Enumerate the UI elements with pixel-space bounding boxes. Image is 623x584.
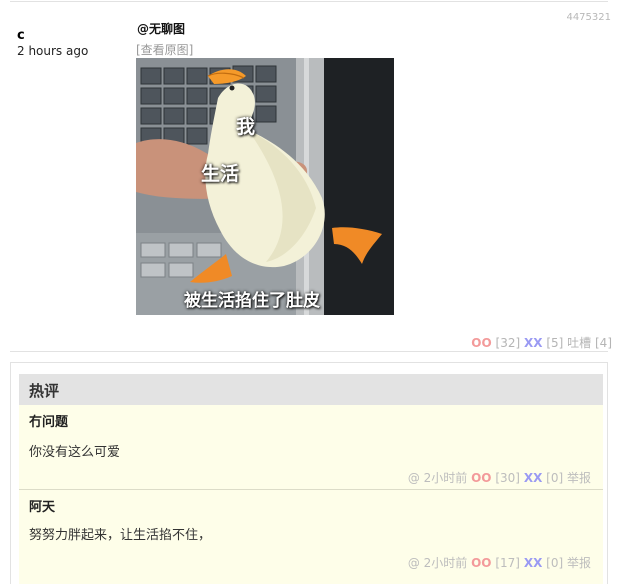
hot-comment: 阿天 努努力胖起来，让生活掐不住， @ 2小时前 OO [17] XX [0] … (19, 490, 603, 584)
oo-count: [17] (495, 556, 520, 570)
meme-image[interactable]: 我 生活 被生活掐住了肚皮 (136, 58, 394, 315)
post-author: c (17, 28, 25, 43)
xx-count: [5] (546, 336, 564, 350)
post-time: 2 hours ago (17, 44, 89, 58)
xx-vote-button[interactable]: XX (524, 471, 543, 485)
oo-count: [30] (495, 471, 520, 485)
hot-comments-title: 热评 (29, 382, 60, 400)
oo-vote-button[interactable]: OO (471, 336, 491, 350)
reply-at-button[interactable]: @ (408, 556, 420, 570)
xx-count: [0] (546, 471, 564, 485)
meme-text-bottom: 被生活掐住了肚皮 (184, 291, 320, 311)
xx-vote-button[interactable]: XX (524, 556, 543, 570)
post-id: 4475321 (566, 12, 611, 23)
meme-text-life: 生活 (201, 163, 240, 185)
hot-comments-header: 热评 (19, 374, 603, 405)
comment-time: 2小时前 (423, 556, 468, 570)
report-button[interactable]: 举报 (567, 556, 591, 570)
comment-author[interactable]: 阿天 (29, 496, 55, 515)
tucao-count: [4] (595, 336, 612, 350)
hot-comment: 冇问题 你没有这么可爱 @ 2小时前 OO [30] XX [0] 举报 (19, 405, 603, 490)
meme-text-me: 我 (236, 116, 256, 138)
section-divider (10, 351, 608, 352)
tucao-button[interactable]: 吐槽 (567, 336, 591, 350)
comment-time: 2小时前 (423, 471, 468, 485)
oo-count: [32] (495, 336, 521, 350)
reply-at-button[interactable]: @ (408, 471, 420, 485)
post-caption: @无聊图 (137, 22, 186, 36)
comment-meta: @ 2小时前 OO [30] XX [0] 举报 (408, 469, 591, 486)
oo-vote-button[interactable]: OO (471, 471, 491, 485)
comment-text: 你没有这么可爱 (29, 445, 121, 460)
xx-count: [0] (546, 556, 564, 570)
top-divider (10, 1, 608, 2)
xx-vote-button[interactable]: XX (524, 336, 543, 350)
post-vote-bar: OO [32] XX [5] 吐槽 [4] (471, 334, 612, 351)
view-original-link[interactable]: [查看原图] (136, 41, 193, 58)
report-button[interactable]: 举报 (567, 471, 591, 485)
comment-meta: @ 2小时前 OO [17] XX [0] 举报 (408, 554, 591, 571)
duck-illustration (136, 58, 394, 315)
comment-author[interactable]: 冇问题 (29, 411, 68, 430)
hot-comments-panel: 热评 冇问题 你没有这么可爱 @ 2小时前 OO [30] XX [0] 举报 … (10, 362, 608, 584)
comment-text: 努努力胖起来，让生活掐不住， (29, 528, 212, 543)
oo-vote-button[interactable]: OO (471, 556, 491, 570)
